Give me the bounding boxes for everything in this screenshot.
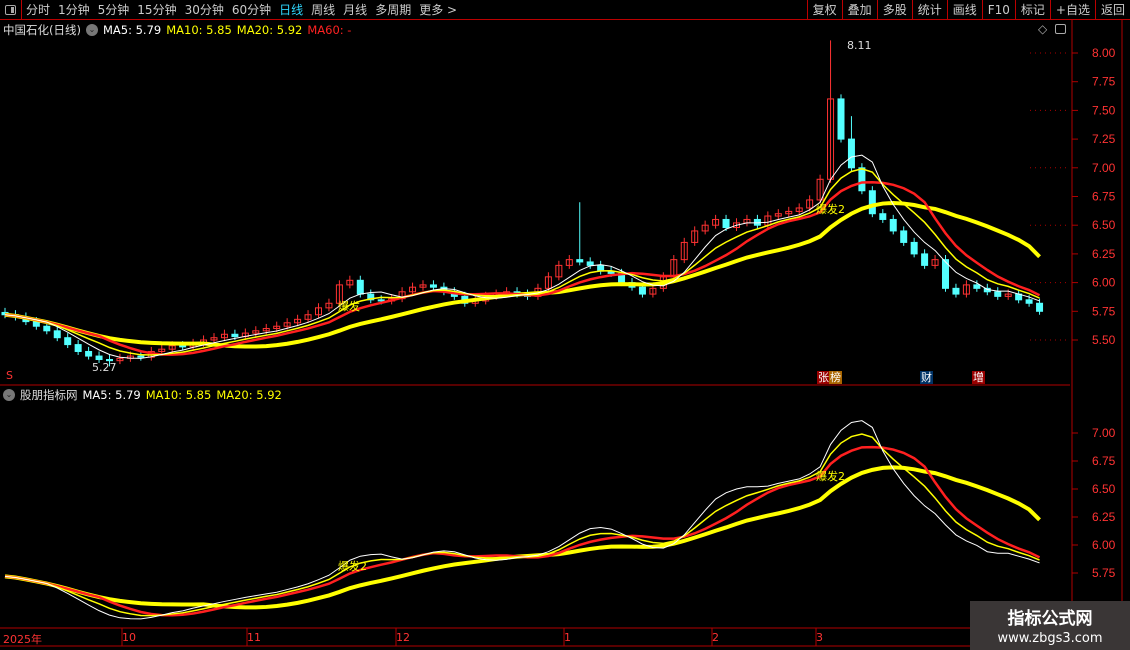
candle-body (900, 230, 908, 243)
sub-ma20-line (4, 465, 1041, 610)
candle-body (994, 291, 1002, 297)
x-tick-label: 10 (122, 631, 136, 644)
sub-signal-label: 爆发2 (338, 559, 367, 573)
sub-signal-label: 爆发2 (816, 469, 845, 483)
y-tick-label: 7.00 (1092, 161, 1116, 175)
badge-cai[interactable]: 财 (920, 371, 933, 384)
y-tick-label: 7.25 (1092, 132, 1116, 146)
candle-body (74, 344, 82, 352)
candle-body (377, 299, 385, 302)
main-ma10-red-line (4, 181, 1041, 356)
candle-body (64, 337, 72, 346)
y-tick-label: 7.50 (1092, 103, 1116, 117)
candle-body (85, 350, 93, 357)
x-tick-label: 11 (247, 631, 261, 644)
candle-body (1036, 302, 1044, 312)
low-label: 5.27 (92, 361, 117, 374)
watermark-title: 指标公式网 (1007, 609, 1093, 629)
candle-body (973, 284, 981, 289)
x-tick-label: 12 (396, 631, 410, 644)
high-label: 8.11 (847, 39, 872, 52)
y-tick-label: 5.75 (1092, 304, 1116, 318)
signal-label: 爆发 (338, 299, 360, 313)
candle-body (95, 355, 103, 361)
candle-body (722, 218, 730, 228)
sub-y-tick-label: 6.75 (1092, 454, 1116, 468)
candle-body (879, 213, 887, 220)
x-tick-label: 2025年 (3, 633, 42, 646)
signal-label: 爆发2 (816, 202, 845, 216)
candle-body (1025, 299, 1033, 304)
candle-body (356, 279, 364, 295)
candle-body (889, 218, 897, 232)
sub-y-tick-label: 6.25 (1092, 510, 1116, 524)
watermark-url: www.zbgs3.com (997, 631, 1103, 646)
candle-body (921, 253, 929, 266)
sub-y-tick-label: 6.00 (1092, 538, 1116, 552)
candle-body (43, 325, 51, 332)
watermark: 指标公式网 www.zbgs3.com (970, 601, 1130, 650)
candle-body (847, 138, 855, 169)
x-tick-label: 2 (712, 631, 719, 644)
kline-chart[interactable]: 8.00 7.75 7.50 7.25 7.00 6.75 6.50 6.25 6.00 5.75… (0, 0, 1130, 650)
y-tick-label: 7.75 (1092, 75, 1116, 89)
badge-zeng[interactable]: 增 (972, 371, 985, 384)
x-tick-label: 1 (564, 631, 571, 644)
candle-body (586, 261, 594, 266)
candle-body (137, 355, 145, 358)
y-tick-label: 8.00 (1092, 46, 1116, 60)
candle-body (868, 190, 876, 215)
badge-bang[interactable]: 榜 (829, 371, 842, 384)
sub-y-tick-label: 5.75 (1092, 566, 1116, 580)
y-tick-label: 5.50 (1092, 333, 1116, 347)
y-tick-label: 6.25 (1092, 247, 1116, 261)
candle-body (179, 345, 187, 348)
candle-body (858, 167, 866, 192)
sub-y-tick-label: 6.50 (1092, 482, 1116, 496)
candle-body (429, 284, 437, 288)
main-ma10-line (4, 168, 1040, 356)
candle-body (53, 330, 61, 339)
y-tick-label: 6.75 (1092, 190, 1116, 204)
candle-body (576, 259, 584, 263)
sub-ma10-red-line (4, 445, 1041, 617)
y-tick-label: 6.00 (1092, 276, 1116, 290)
candle-body (231, 333, 239, 338)
candle-body (952, 287, 960, 295)
candle-body (910, 241, 918, 255)
candle-body (837, 98, 845, 140)
sub-y-tick-label: 7.00 (1092, 426, 1116, 440)
candle-body (638, 286, 646, 295)
x-tick-label: 3 (816, 631, 823, 644)
y-tick-label: 6.50 (1092, 218, 1116, 232)
sub-ma10-line (4, 433, 1040, 617)
s-marker: S (6, 369, 13, 382)
main-ma20-line (4, 200, 1041, 349)
